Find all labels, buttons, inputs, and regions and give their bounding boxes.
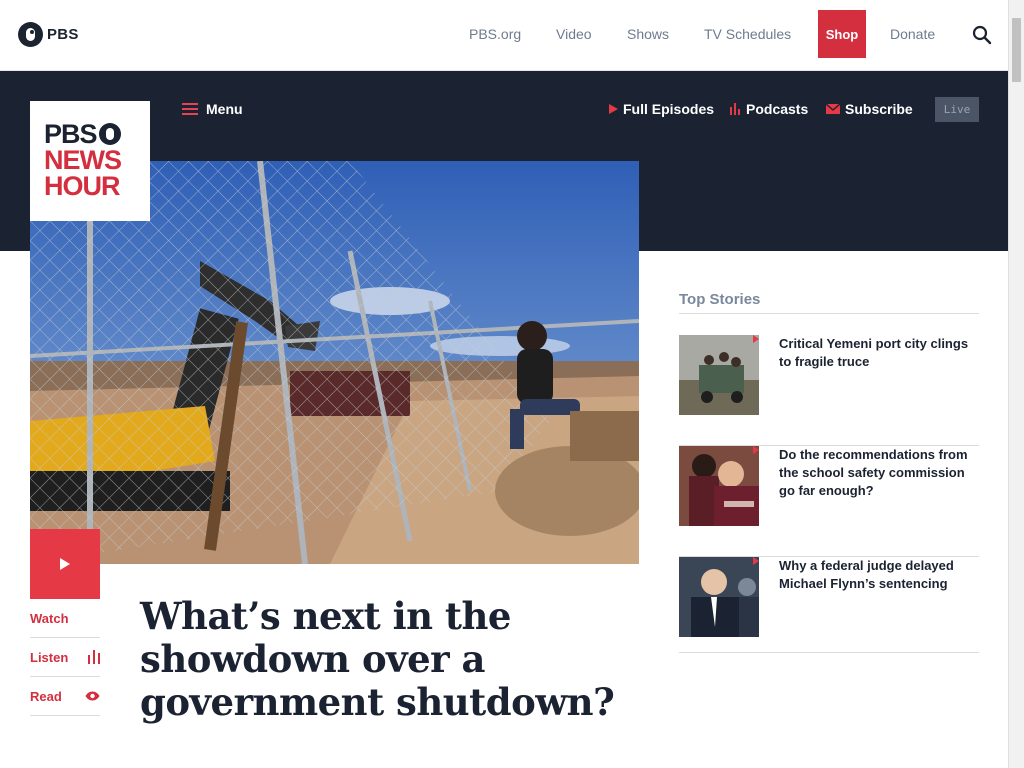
nav-pbs-org[interactable]: PBS.org bbox=[469, 26, 521, 42]
play-icon bbox=[753, 335, 759, 343]
listen-label: Listen bbox=[30, 649, 69, 665]
hamburger-icon bbox=[182, 103, 198, 115]
top-story-item[interactable]: Critical Yemeni port city clings to frag… bbox=[679, 335, 979, 446]
live-button[interactable]: Live bbox=[935, 97, 979, 122]
story-thumbnail[interactable] bbox=[679, 557, 759, 637]
pbs-top-bar: PBS PBS.org Video Shows TV Schedules Don… bbox=[0, 0, 1008, 71]
story-title[interactable]: Critical Yemeni port city clings to frag… bbox=[779, 335, 979, 371]
shop-button[interactable]: Shop bbox=[818, 10, 866, 58]
story-thumbnail[interactable] bbox=[679, 335, 759, 415]
subscribe-link[interactable]: Subscribe bbox=[826, 100, 913, 118]
logo-line-news: NEWS bbox=[44, 145, 122, 175]
gift-icon bbox=[832, 11, 852, 21]
yemen-truck-photo bbox=[679, 335, 759, 415]
story-title[interactable]: Do the recommendations from the school s… bbox=[779, 446, 979, 500]
top-story-item[interactable]: Do the recommendations from the school s… bbox=[679, 446, 979, 557]
podcasts-label: Podcasts bbox=[746, 101, 809, 117]
read-link[interactable]: Read bbox=[30, 677, 100, 716]
play-icon bbox=[60, 558, 70, 570]
play-icon bbox=[753, 446, 759, 454]
play-icon bbox=[609, 104, 618, 114]
article-headline: What’s next in the showdown over a gover… bbox=[140, 594, 615, 724]
students-hug-photo bbox=[679, 446, 759, 526]
eye-icon bbox=[85, 691, 100, 701]
nav-video[interactable]: Video bbox=[556, 26, 592, 42]
page-scrollbar[interactable] bbox=[1008, 0, 1024, 768]
full-episodes-label: Full Episodes bbox=[623, 101, 715, 117]
watch-link[interactable]: Watch bbox=[30, 599, 100, 638]
nav-tv-schedules[interactable]: TV Schedules bbox=[704, 26, 791, 42]
pbs-head-icon bbox=[98, 123, 121, 145]
envelope-icon bbox=[826, 104, 840, 114]
hero-image bbox=[30, 161, 639, 564]
nav-shows[interactable]: Shows bbox=[627, 26, 669, 42]
subscribe-label: Subscribe bbox=[845, 101, 913, 117]
full-episodes-link[interactable]: Full Episodes bbox=[609, 100, 714, 118]
logo-line-pbs: PBS bbox=[44, 121, 150, 148]
read-label: Read bbox=[30, 688, 62, 704]
audio-bars-icon bbox=[88, 650, 100, 664]
top-story-item[interactable]: Why a federal judge delayed Michael Flyn… bbox=[679, 557, 979, 653]
menu-label: Menu bbox=[206, 101, 243, 117]
story-title[interactable]: Why a federal judge delayed Michael Flyn… bbox=[779, 557, 979, 593]
media-options: Watch Listen Read bbox=[30, 599, 100, 716]
menu-button[interactable]: Menu bbox=[182, 101, 243, 117]
watch-label: Watch bbox=[30, 610, 69, 626]
watch-play-button[interactable] bbox=[30, 529, 100, 599]
top-stories-title: Top Stories bbox=[679, 291, 979, 314]
flynn-photo bbox=[679, 557, 759, 637]
scrollbar-thumb[interactable] bbox=[1012, 18, 1021, 82]
border-fence-photo bbox=[30, 161, 639, 564]
listen-link[interactable]: Listen bbox=[30, 638, 100, 677]
search-icon[interactable] bbox=[972, 25, 992, 45]
nav-donate[interactable]: Donate bbox=[890, 26, 935, 42]
logo-line-hour: HOUR bbox=[44, 171, 121, 201]
audio-bars-icon bbox=[730, 103, 740, 115]
podcasts-link[interactable]: Podcasts bbox=[730, 100, 808, 118]
play-icon bbox=[753, 557, 759, 565]
shop-label: Shop bbox=[825, 27, 859, 42]
newshour-logo[interactable]: PBS NEWS HOUR bbox=[30, 101, 150, 221]
story-thumbnail[interactable] bbox=[679, 446, 759, 526]
